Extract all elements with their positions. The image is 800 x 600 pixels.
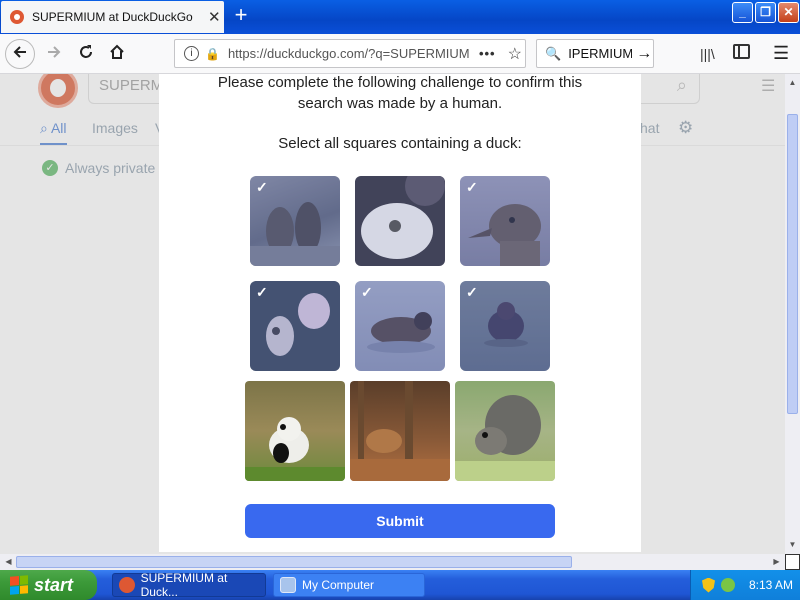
submit-button[interactable]: Submit	[245, 504, 555, 538]
checkmark-icon: ✓	[466, 179, 478, 195]
tab-title: SUPERMIUM at DuckDuckGo	[32, 10, 193, 24]
taskbar-item-browser[interactable]: SUPERMIUM at Duck...	[112, 571, 266, 599]
capybara-image	[350, 381, 450, 481]
maximize-button[interactable]: ❐	[755, 2, 776, 23]
duckduckgo-favicon-icon	[10, 10, 24, 24]
security-shield-icon[interactable]	[702, 577, 715, 593]
browser-window: SUPERMIUM at DuckDuckGo ✕ + _ ❐ ✕ i 🔒 ht…	[0, 0, 800, 570]
sidebar-toggle-icon[interactable]	[733, 44, 750, 59]
start-label: start	[34, 574, 74, 595]
captcha-cell-duck-head[interactable]: ✓	[460, 176, 550, 266]
scroll-right-icon[interactable]: ▶	[770, 555, 783, 569]
clock: 8:13 AM	[749, 578, 794, 592]
scrollbar-corner	[785, 554, 800, 570]
navigation-toolbar: i 🔒 https://duckduckgo.com/?q=SUPERMIUM …	[0, 34, 800, 74]
minimize-button[interactable]: _	[732, 2, 753, 23]
page-content: SUPERMIUM ⌕ ☰ ⌕ All Images V hat ⚙ ✓ Alw…	[0, 74, 785, 554]
challenge-heading-line2: search was made by a human.	[297, 95, 503, 112]
home-button[interactable]	[103, 40, 131, 68]
browser-tab[interactable]: SUPERMIUM at DuckDuckGo ✕	[1, 1, 224, 33]
checkmark-icon: ✓	[256, 179, 268, 195]
scroll-left-icon[interactable]: ◀	[2, 555, 15, 569]
bookmark-star-icon[interactable]: ☆	[508, 44, 522, 64]
captcha-cell-duck-on-water[interactable]: ✓	[460, 281, 550, 371]
captcha-cell-dogs[interactable]: ✓	[250, 281, 340, 371]
computer-icon	[280, 577, 296, 593]
vertical-scrollbar[interactable]: ▲ ▼	[785, 74, 800, 554]
unselected-tint	[355, 176, 445, 266]
browser-icon	[119, 577, 135, 593]
lock-icon[interactable]: 🔒	[205, 47, 220, 61]
network-icon[interactable]	[721, 578, 735, 592]
captcha-cell-sea-lions[interactable]: ✓	[250, 176, 340, 266]
window-close-button[interactable]: ✕	[778, 2, 799, 23]
start-button[interactable]: start	[0, 570, 97, 600]
horizontal-scroll-thumb[interactable]	[16, 556, 572, 568]
scroll-up-icon[interactable]: ▲	[786, 76, 799, 90]
captcha-cell-panda[interactable]	[245, 381, 345, 481]
checkmark-icon: ✓	[361, 284, 373, 300]
scroll-down-icon[interactable]: ▼	[786, 538, 799, 552]
page-actions-icon[interactable]: •••	[479, 46, 496, 61]
horizontal-scrollbar[interactable]: ◀ ▶	[0, 554, 785, 570]
captcha-challenge-modal: Please complete the following challenge …	[159, 74, 641, 552]
taskbar-item-my-computer-label: My Computer	[302, 578, 375, 592]
captcha-cell-capybara[interactable]	[350, 381, 450, 481]
challenge-instruction: Select all squares containing a duck:	[278, 135, 522, 152]
url-bar[interactable]: i 🔒 https://duckduckgo.com/?q=SUPERMIUM …	[174, 39, 526, 68]
reload-button[interactable]	[72, 40, 100, 68]
search-query[interactable]: IPERMIUM	[568, 46, 632, 61]
captcha-cell-seal[interactable]	[355, 176, 445, 266]
search-bar[interactable]: 🔍 IPERMIUM →	[536, 39, 654, 68]
captcha-cell-swimming-duck[interactable]: ✓	[355, 281, 445, 371]
forward-button[interactable]	[40, 40, 68, 68]
info-icon[interactable]: i	[184, 46, 199, 61]
forward-arrow-icon	[48, 46, 61, 58]
tab-close-icon[interactable]: ✕	[208, 8, 221, 26]
new-tab-button[interactable]: +	[230, 4, 252, 26]
reload-icon	[80, 45, 92, 58]
squirrel-image	[455, 395, 555, 481]
tab-strip: SUPERMIUM at DuckDuckGo ✕ + _ ❐ ✕	[0, 0, 800, 34]
hamburger-menu-icon[interactable]: ☰	[773, 43, 789, 64]
search-go-icon[interactable]: →	[636, 45, 652, 63]
panda-image	[245, 417, 345, 481]
home-icon	[110, 44, 124, 59]
back-button[interactable]	[5, 39, 35, 69]
url-text[interactable]: https://duckduckgo.com/?q=SUPERMIUM	[228, 46, 473, 61]
challenge-heading-line1: Please complete the following challenge …	[217, 74, 583, 91]
search-icon: 🔍	[545, 45, 562, 61]
taskbar-item-browser-label: SUPERMIUM at Duck...	[140, 571, 228, 599]
taskbar-item-my-computer[interactable]: My Computer	[273, 573, 425, 597]
captcha-cell-squirrel[interactable]	[455, 381, 555, 481]
library-icon[interactable]: |||\	[700, 46, 715, 62]
vertical-scroll-thumb[interactable]	[787, 114, 798, 414]
taskbar: start SUPERMIUM at Duck... My Computer 8…	[0, 570, 800, 600]
windows-flag-icon	[10, 575, 28, 595]
challenge-heading: Please complete the following challenge …	[159, 74, 641, 114]
back-arrow-icon	[13, 46, 26, 58]
checkmark-icon: ✓	[466, 284, 478, 300]
system-tray: 8:13 AM	[690, 570, 800, 600]
checkmark-icon: ✓	[256, 284, 268, 300]
